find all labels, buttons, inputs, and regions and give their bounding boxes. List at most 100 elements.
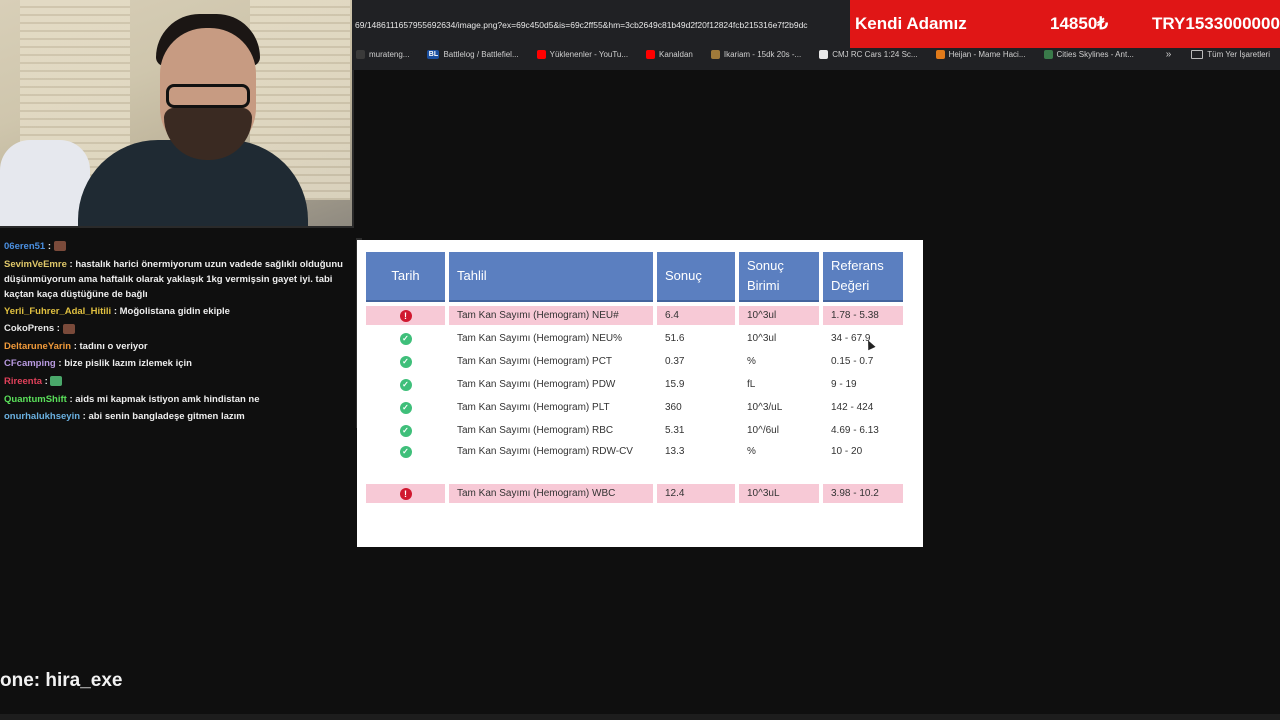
status-cell: ✓ <box>366 329 445 348</box>
store-icon <box>935 49 945 59</box>
reference-cell: 3.98 - 10.2 <box>823 484 903 503</box>
table-row: ! Tam Kan Sayımı (Hemogram) WBC 12.4 10^3uL… <box>366 484 903 503</box>
header-sonuc: Sonuç <box>657 252 735 302</box>
unit-cell: 10^3uL <box>739 484 819 503</box>
header-sonuc-birimi: Sonuç Birimi <box>739 252 819 302</box>
bookmark-item[interactable]: murateng... <box>356 49 409 59</box>
status-cell: ✓ <box>366 375 445 394</box>
chat-username[interactable]: Rireenta <box>4 376 42 387</box>
lab-results-image: Tarih Tahlil Sonuç Sonuç Birimi Referans… <box>357 240 923 547</box>
all-bookmarks-button[interactable]: Tüm Yer İşaretleri <box>1191 49 1270 59</box>
chat-message: Yerli_Fuhrer_Adal_Hitili : Moğolistana g… <box>4 305 230 317</box>
alert-icon: ! <box>399 309 412 322</box>
bookmark-item[interactable]: Cities Skylines - Ant... <box>1043 49 1134 59</box>
donation-goal: TRY1533000000 <box>1152 14 1280 33</box>
emote-icon <box>50 376 63 387</box>
table-row: ✓ Tam Kan Sayımı (Hemogram) NEU% 51.6 10^3u… <box>366 329 903 348</box>
check-icon: ✓ <box>399 424 412 437</box>
reference-cell: 0.15 - 0.7 <box>831 356 874 367</box>
chat-text: bize pislik lazım izlemek için <box>64 358 192 370</box>
chat-username[interactable]: QuantumShift <box>4 394 67 405</box>
chat-message: CokoPrens : <box>0 320 364 338</box>
lab-results-table: Tarih Tahlil Sonuç Sonuç Birimi Referans… <box>362 248 907 507</box>
chat-username[interactable]: SevimVeEmre <box>4 259 67 270</box>
chat-username[interactable]: CokoPrens <box>4 323 54 334</box>
test-name-cell: Tam Kan Sayımı (Hemogram) NEU% <box>457 333 623 344</box>
amazon-icon <box>819 49 829 59</box>
bookmark-item[interactable]: CMJ RC Cars 1:24 Sc... <box>819 49 918 59</box>
status-cell: ✓ <box>366 352 445 371</box>
test-name-cell: Tam Kan Sayımı (Hemogram) PLT <box>457 402 610 413</box>
table-row: ✓ Tam Kan Sayımı (Hemogram) RBC 5.31 10^/6u… <box>366 421 903 440</box>
bookmark-icon <box>356 49 365 59</box>
result-cell: 6.4 <box>657 306 735 325</box>
bookmark-item[interactable]: Yüklenenler - YouTu... <box>536 49 629 59</box>
youtube-icon <box>536 49 546 59</box>
result-cell: 51.6 <box>665 333 685 344</box>
reference-cell: 10 - 20 <box>831 446 863 457</box>
unit-cell: fL <box>747 379 756 390</box>
chat-message: DeltaruneYarin : tadını o veriyor <box>4 340 148 352</box>
table-row: ✓ Tam Kan Sayımı (Hemogram) PLT 360 10^3/uL… <box>366 398 903 417</box>
bookmark-label: Cities Skylines - Ant... <box>1056 49 1134 59</box>
bookmark-item[interactable]: Ikariam - 15dk 20s -... <box>710 49 802 59</box>
unit-cell: 10^3ul <box>739 306 819 325</box>
unit-cell: 10^3/uL <box>747 402 783 413</box>
bookmark-label: Yüklenenler - YouTu... <box>549 49 629 59</box>
chat-text: Moğolistana gidin ekiple <box>119 305 230 317</box>
table-row: ✓ Tam Kan Sayımı (Hemogram) PDW 15.9 fL 9 - … <box>366 375 903 394</box>
result-cell: 0.37 <box>665 356 685 367</box>
test-name-cell: Tam Kan Sayımı (Hemogram) RDW-CV <box>457 446 633 457</box>
pillow <box>0 140 90 226</box>
chat-username[interactable]: CFcamping <box>4 358 56 369</box>
chat-message: 06eren51 : <box>0 238 364 256</box>
address-bar[interactable]: 69/1486111657955692634/image.png?ex=69c4… <box>355 20 850 30</box>
bookmark-item[interactable]: BL Battlelog / Battlefiel... <box>427 49 519 59</box>
stream-overlay-text: one: hira_exe <box>0 670 123 691</box>
unit-cell: % <box>747 356 756 367</box>
check-icon: ✓ <box>399 446 412 458</box>
header-referans-degeri: Referans Değeri <box>823 252 903 302</box>
unit-cell: 10^3ul <box>747 333 777 344</box>
game-icon <box>1043 49 1053 59</box>
status-cell: ! <box>366 306 445 325</box>
webcam-feed <box>0 0 354 228</box>
folder-icon <box>1191 49 1204 59</box>
status-cell: ✓ <box>366 398 445 417</box>
table-header-row: Tarih Tahlil Sonuç Sonuç Birimi Referans… <box>366 252 903 302</box>
bookmarks-overflow-button[interactable]: » <box>1166 49 1172 60</box>
reference-cell: 34 - 67.9 <box>831 333 871 344</box>
result-cell: 13.3 <box>665 446 685 457</box>
chat-username[interactable]: 06eren51 <box>4 241 45 252</box>
bookmark-item[interactable]: Heijan - Mame Haci... <box>935 49 1026 59</box>
test-name-cell: Tam Kan Sayımı (Hemogram) RBC <box>457 425 614 436</box>
status-cell: ! <box>366 484 445 503</box>
reference-cell: 4.69 - 6.13 <box>831 425 879 436</box>
chat-text: tadını o veriyor <box>79 340 148 352</box>
donor-name: Kendi Adamız <box>855 14 967 33</box>
check-icon: ✓ <box>399 401 412 414</box>
chat-message: Rireenta : <box>0 373 364 391</box>
result-cell: 15.9 <box>665 379 685 390</box>
header-tarih: Tarih <box>366 252 445 302</box>
header-tahlil: Tahlil <box>449 252 653 302</box>
donation-amount: 14850₺ <box>1050 14 1109 33</box>
chat-username[interactable]: DeltaruneYarin <box>4 341 71 352</box>
reference-cell: 1.78 - 5.38 <box>823 306 903 325</box>
chat-message: SevimVeEmre : hastalık harici önermiyoru… <box>4 258 343 300</box>
unit-cell: 10^/6ul <box>747 425 779 436</box>
bookmark-label: Ikariam - 15dk 20s -... <box>723 49 802 59</box>
test-name-cell: Tam Kan Sayımı (Hemogram) PCT <box>457 356 613 367</box>
table-row: ! Tam Kan Sayımı (Hemogram) NEU# 6.4 10^3ul… <box>366 306 903 325</box>
result-cell: 12.4 <box>657 484 735 503</box>
bookmark-label: Heijan - Mame Haci... <box>948 49 1026 59</box>
battlelog-icon: BL <box>427 49 440 59</box>
unit-cell: % <box>747 446 756 457</box>
check-icon: ✓ <box>399 355 412 368</box>
reference-cell: 9 - 19 <box>831 379 857 390</box>
table-row: ✓ Tam Kan Sayımı (Hemogram) PCT 0.37% 0.15 … <box>366 352 903 371</box>
chat-username[interactable]: Yerli_Fuhrer_Adal_Hitili <box>4 306 111 317</box>
chat-username[interactable]: onurhalukhseyin <box>4 411 80 422</box>
result-cell: 360 <box>665 402 682 413</box>
bookmark-item[interactable]: Kanaldan <box>646 49 693 59</box>
